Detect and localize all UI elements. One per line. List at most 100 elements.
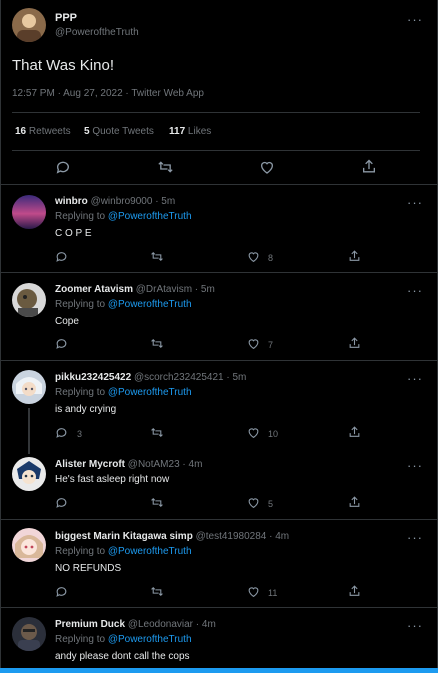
retweets-stat[interactable]: 16 Retweets	[15, 126, 71, 137]
share-icon[interactable]	[361, 158, 377, 175]
user-avatar[interactable]	[12, 457, 46, 491]
user-name[interactable]: biggest Marin Kitagawa simp	[55, 531, 193, 542]
tweet-meta[interactable]: 12:57 PM · Aug 27, 2022 · Twitter Web Ap…	[12, 88, 204, 99]
divider	[12, 112, 420, 113]
share-icon[interactable]	[348, 495, 361, 509]
more-options-icon[interactable]: ···	[407, 13, 423, 26]
like-count: 11	[268, 588, 278, 598]
scroll-indicator-bar	[0, 668, 438, 673]
retweet-icon[interactable]	[150, 337, 164, 350]
retweet-icon[interactable]	[150, 250, 164, 263]
replying-to: Replying to @PoweroftheTruth	[55, 634, 192, 645]
reply-icon[interactable]	[55, 250, 68, 263]
reply-tweet[interactable]: Alister Mycroft @NotAM23 · 4m He's fast …	[1, 449, 437, 519]
replying-to: Replying to @PoweroftheTruth	[55, 299, 192, 310]
more-options-icon[interactable]: ···	[407, 619, 423, 632]
more-options-icon[interactable]: ···	[407, 284, 423, 297]
user-avatar[interactable]	[12, 370, 46, 404]
share-icon[interactable]	[348, 425, 361, 439]
like-icon[interactable]	[247, 337, 260, 350]
quotes-count: 5	[84, 126, 90, 137]
reply-text: is andy crying	[55, 404, 117, 415]
user-avatar[interactable]	[12, 617, 46, 651]
thread-connector	[28, 408, 30, 454]
tweet-thread: PPP @PoweroftheTruth ··· That Was Kino! …	[0, 0, 438, 673]
more-options-icon[interactable]: ···	[407, 372, 423, 385]
reply-header: winbro @winbro9000 · 5m	[55, 196, 175, 207]
user-avatar[interactable]	[12, 195, 46, 229]
like-icon[interactable]	[247, 496, 260, 509]
replying-to-link[interactable]: @PoweroftheTruth	[108, 634, 192, 645]
replying-to-prefix: Replying to	[55, 634, 106, 645]
reply-icon[interactable]	[55, 426, 68, 439]
reply-header: Zoomer Atavism @DrAtavism · 5m	[55, 284, 215, 295]
user-name[interactable]: winbro	[55, 196, 88, 207]
user-avatar[interactable]	[12, 528, 46, 562]
replying-to-link[interactable]: @PoweroftheTruth	[108, 387, 192, 398]
like-icon[interactable]	[247, 250, 260, 263]
replying-to-prefix: Replying to	[55, 546, 106, 557]
retweets-count: 16	[15, 126, 27, 137]
reply-icon[interactable]	[55, 159, 71, 175]
quotes-label: Quote Tweets	[92, 126, 154, 137]
retweet-icon[interactable]	[150, 585, 164, 598]
like-count: 10	[268, 429, 279, 439]
reply-header: biggest Marin Kitagawa simp @test4198028…	[55, 531, 289, 542]
user-name[interactable]: pikku232425422	[55, 372, 131, 383]
user-name[interactable]: Zoomer Atavism	[55, 284, 133, 295]
reply-icon[interactable]	[55, 585, 68, 598]
share-icon[interactable]	[348, 336, 361, 350]
reply-text: NO REFUNDS	[55, 563, 122, 574]
reply-header: Alister Mycroft @NotAM23 · 4m	[55, 459, 202, 470]
like-count: 8	[268, 253, 274, 263]
reply-icon[interactable]	[55, 337, 68, 350]
likes-count: 117	[169, 126, 186, 137]
retweet-icon[interactable]	[150, 426, 164, 439]
more-options-icon[interactable]: ···	[407, 196, 423, 209]
user-name[interactable]: Premium Duck	[55, 619, 125, 630]
like-icon[interactable]	[247, 585, 260, 598]
quotes-stat[interactable]: 5 Quote Tweets	[84, 126, 154, 137]
retweets-label: Retweets	[28, 126, 71, 137]
replying-to-link[interactable]: @PoweroftheTruth	[108, 299, 192, 310]
reply-header: pikku232425422 @scorch232425421 · 5m	[55, 372, 246, 383]
reply-tweet[interactable]: Zoomer Atavism @DrAtavism · 5m Replying …	[1, 273, 437, 360]
replying-to-link[interactable]: @PoweroftheTruth	[108, 211, 192, 222]
replying-to-prefix: Replying to	[55, 387, 106, 398]
like-icon[interactable]	[247, 426, 260, 439]
reply-text: He's fast asleep right now	[55, 474, 170, 485]
more-options-icon[interactable]: ···	[407, 531, 423, 544]
author-name[interactable]: PPP	[55, 12, 77, 24]
user-handle-time[interactable]: @test41980284 · 4m	[196, 531, 290, 542]
replying-to: Replying to @PoweroftheTruth	[55, 387, 192, 398]
user-handle-time[interactable]: @scorch232425421 · 5m	[134, 372, 246, 383]
like-count: 5	[268, 499, 274, 509]
retweet-icon[interactable]	[157, 159, 174, 175]
replying-to: Replying to @PoweroftheTruth	[55, 211, 192, 222]
more-options-icon[interactable]: ···	[407, 459, 423, 472]
reply-tweet[interactable]: pikku232425422 @scorch232425421 · 5m Rep…	[1, 361, 437, 454]
user-handle-time[interactable]: @winbro9000 · 5m	[91, 196, 176, 207]
reply-icon[interactable]	[55, 496, 68, 509]
author-avatar[interactable]	[12, 8, 46, 42]
reply-text: C O P E	[55, 228, 92, 239]
replying-to-link[interactable]: @PoweroftheTruth	[108, 546, 192, 557]
user-handle-time[interactable]: @Leodonaviar · 4m	[128, 619, 216, 630]
user-name[interactable]: Alister Mycroft	[55, 459, 125, 470]
user-handle-time[interactable]: @NotAM23 · 4m	[128, 459, 203, 470]
user-avatar[interactable]	[12, 283, 46, 317]
share-icon[interactable]	[348, 584, 361, 598]
share-icon[interactable]	[348, 249, 361, 263]
likes-label: Likes	[187, 126, 212, 137]
reply-tweet[interactable]: winbro @winbro9000 · 5m Replying to @Pow…	[1, 185, 437, 272]
reply-count: 3	[77, 429, 83, 439]
replying-to-prefix: Replying to	[55, 211, 106, 222]
user-handle-time[interactable]: @DrAtavism · 5m	[136, 284, 215, 295]
like-icon[interactable]	[259, 159, 275, 175]
author-handle[interactable]: @PoweroftheTruth	[55, 27, 139, 38]
retweet-icon[interactable]	[150, 496, 164, 509]
reply-tweet[interactable]: Premium Duck @Leodonaviar · 4m Replying …	[1, 608, 437, 668]
likes-stat[interactable]: 117 Likes	[169, 126, 211, 137]
divider	[12, 150, 420, 151]
reply-tweet[interactable]: biggest Marin Kitagawa simp @test4198028…	[1, 520, 437, 607]
